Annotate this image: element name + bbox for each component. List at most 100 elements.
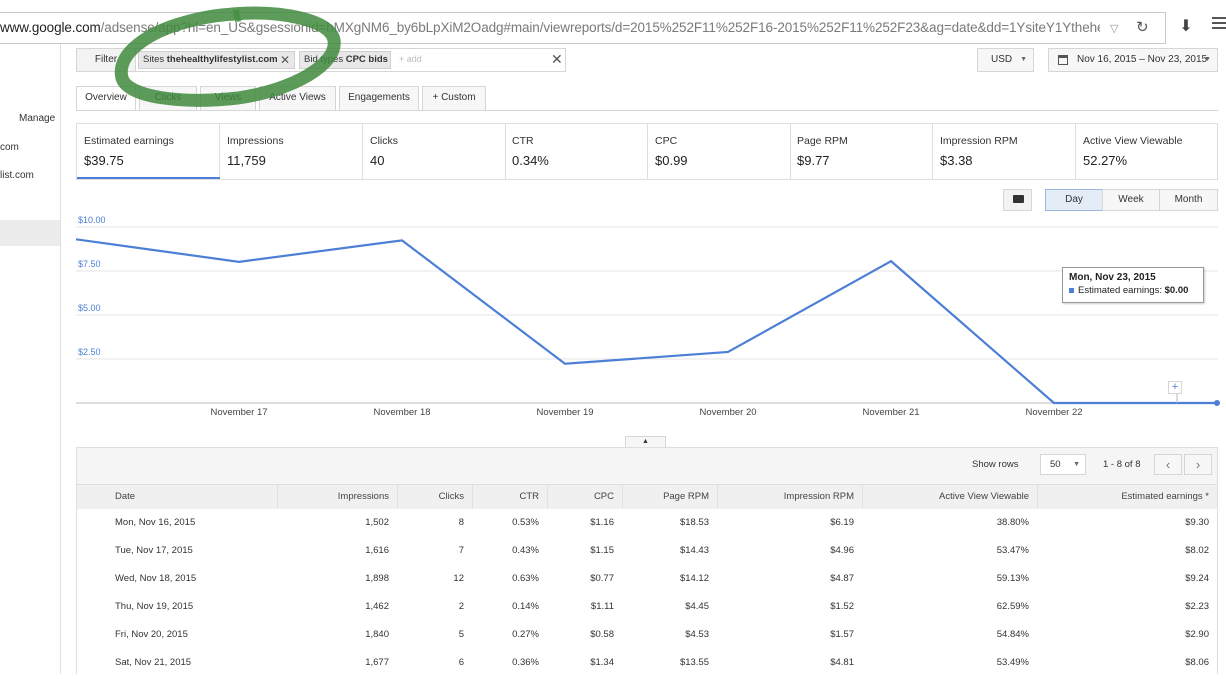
column-header-active-view-viewable[interactable]: Active View Viewable bbox=[862, 485, 1037, 509]
tooltip-date: Mon, Nov 23, 2015 bbox=[1069, 272, 1197, 283]
show-rows-value: 50 bbox=[1050, 459, 1061, 470]
metric-page-rpm[interactable]: Page RPM $9.77 bbox=[790, 124, 933, 179]
cell-date: Thu, Nov 19, 2015 bbox=[77, 593, 277, 621]
cell-impression-rpm: $6.19 bbox=[717, 509, 862, 537]
metrics-scorecard: Estimated earnings $39.75 Impressions 11… bbox=[76, 123, 1218, 180]
show-rows-label: Show rows bbox=[972, 459, 1018, 470]
cell-cpc: $1.34 bbox=[547, 649, 622, 677]
sidebar-manage-link[interactable]: Manage bbox=[19, 113, 55, 124]
currency-select[interactable]: USD ▼ bbox=[977, 48, 1034, 72]
next-page-button[interactable]: › bbox=[1184, 454, 1212, 475]
page-scrollbar[interactable] bbox=[1220, 44, 1226, 674]
cell-ctr: 0.14% bbox=[472, 593, 547, 621]
cell-cpc: $0.77 bbox=[547, 565, 622, 593]
clear-filters-icon[interactable]: ✕ bbox=[551, 51, 563, 68]
date-range-value: Nov 16, 2015 – Nov 23, 2015 bbox=[1077, 54, 1207, 65]
annotations-button[interactable] bbox=[1003, 189, 1032, 211]
chevron-down-icon: ▼ bbox=[1020, 49, 1027, 71]
metric-label: CTR bbox=[512, 135, 647, 147]
cell-impression-rpm: $1.57 bbox=[717, 621, 862, 649]
column-header-clicks[interactable]: Clicks bbox=[397, 485, 472, 509]
add-annotation-icon[interactable]: + bbox=[1168, 381, 1182, 394]
y-tick-label: $7.50 bbox=[78, 259, 101, 269]
metric-active-view-viewable[interactable]: Active View Viewable 52.27% bbox=[1076, 124, 1219, 179]
granularity-week-button[interactable]: Week bbox=[1102, 189, 1160, 211]
column-header-cpc[interactable]: CPC bbox=[547, 485, 622, 509]
cell-impression-rpm: $4.81 bbox=[717, 649, 862, 677]
tab-custom[interactable]: + Custom bbox=[422, 86, 486, 110]
cell-page-rpm: $13.55 bbox=[622, 649, 717, 677]
table-row: Mon, Nov 16, 20151,50280.53%$1.16$18.53$… bbox=[77, 509, 1217, 537]
left-sidebar: Manage com list.com bbox=[0, 44, 61, 674]
cell-impression-rpm: $4.96 bbox=[717, 537, 862, 565]
granularity-month-button[interactable]: Month bbox=[1159, 189, 1218, 211]
cell-page-rpm: $14.43 bbox=[622, 537, 717, 565]
column-header-impression-rpm[interactable]: Impression RPM bbox=[717, 485, 862, 509]
date-range-picker[interactable]: Nov 16, 2015 – Nov 23, 2015 ▼ bbox=[1048, 48, 1218, 72]
add-filter-input[interactable]: + add bbox=[399, 54, 422, 64]
metric-clicks[interactable]: Clicks 40 bbox=[363, 124, 506, 179]
metric-cpc[interactable]: CPC $0.99 bbox=[648, 124, 791, 179]
x-tick-label: November 20 bbox=[699, 407, 756, 418]
column-header-estimated-earnings[interactable]: Estimated earnings * bbox=[1037, 485, 1217, 509]
hand-drawn-circle-annotation bbox=[112, 6, 342, 118]
cell-impression-rpm: $4.87 bbox=[717, 565, 862, 593]
cell-impressions: 1,677 bbox=[277, 649, 397, 677]
metric-label: Impressions bbox=[227, 135, 362, 147]
column-header-ctr[interactable]: CTR bbox=[472, 485, 547, 509]
download-icon[interactable]: ⬇ bbox=[1172, 14, 1200, 40]
cell-estimated-earnings: $8.02 bbox=[1037, 537, 1217, 565]
sidebar-selected-item[interactable] bbox=[0, 220, 60, 246]
table-row: Thu, Nov 19, 20151,46220.14%$1.11$4.45$1… bbox=[77, 593, 1217, 621]
metric-value: $9.77 bbox=[797, 153, 932, 168]
url-host: www.google.com bbox=[0, 20, 101, 35]
x-tick-label: November 19 bbox=[536, 407, 593, 418]
earnings-line-chart: $10.00$7.50$5.00$2.50November 17November… bbox=[76, 215, 1226, 425]
series-line-estimated-earnings bbox=[76, 239, 1217, 403]
collapse-chart-icon[interactable]: ▲ bbox=[625, 436, 666, 447]
cell-impressions: 1,898 bbox=[277, 565, 397, 593]
cell-date: Mon, Nov 16, 2015 bbox=[77, 509, 277, 537]
x-tick-label: November 22 bbox=[1025, 407, 1082, 418]
selected-metric-indicator bbox=[77, 177, 220, 179]
cell-date: Wed, Nov 18, 2015 bbox=[77, 565, 277, 593]
previous-page-button[interactable]: ‹ bbox=[1154, 454, 1182, 475]
cell-clicks: 2 bbox=[397, 593, 472, 621]
metric-label: Impression RPM bbox=[940, 135, 1075, 147]
metric-label: Active View Viewable bbox=[1083, 135, 1219, 147]
tab-engagements[interactable]: Engagements bbox=[339, 86, 419, 110]
cell-page-rpm: $4.53 bbox=[622, 621, 717, 649]
table-row: Sat, Nov 21, 20151,67760.36%$1.34$13.55$… bbox=[77, 649, 1217, 677]
table-body: Mon, Nov 16, 20151,50280.53%$1.16$18.53$… bbox=[77, 509, 1217, 679]
bid-chip-value: CPC bids bbox=[346, 54, 388, 65]
reload-icon[interactable]: ↻ bbox=[1136, 21, 1156, 37]
metric-impressions[interactable]: Impressions 11,759 bbox=[220, 124, 363, 179]
metric-value: 11,759 bbox=[227, 153, 362, 168]
cell-active-view-viewable: 54.84% bbox=[862, 621, 1037, 649]
metric-ctr[interactable]: CTR 0.34% bbox=[505, 124, 648, 179]
show-rows-select[interactable]: 50 ▼ bbox=[1040, 454, 1086, 475]
cell-estimated-earnings: $8.06 bbox=[1037, 649, 1217, 677]
column-header-page-rpm[interactable]: Page RPM bbox=[622, 485, 717, 509]
table-row: Wed, Nov 18, 20151,898120.63%$0.77$14.12… bbox=[77, 565, 1217, 593]
metric-label: CPC bbox=[655, 135, 790, 147]
report-table: Show rows 50 ▼ 1 - 8 of 8 ‹ › DateImpres… bbox=[76, 447, 1218, 674]
granularity-day-button[interactable]: Day bbox=[1045, 189, 1103, 211]
cell-ctr: 0.63% bbox=[472, 565, 547, 593]
metric-impression-rpm[interactable]: Impression RPM $3.38 bbox=[933, 124, 1076, 179]
table-row: Fri, Nov 20, 20151,84050.27%$0.58$4.53$1… bbox=[77, 621, 1217, 649]
url-dropdown-icon[interactable]: ▽ bbox=[1110, 22, 1118, 35]
cell-active-view-viewable: 53.47% bbox=[862, 537, 1037, 565]
column-header-date[interactable]: Date bbox=[77, 485, 277, 509]
y-tick-label: $5.00 bbox=[78, 303, 101, 313]
sidebar-site-item-2[interactable]: list.com bbox=[0, 170, 34, 181]
cell-date: Fri, Nov 20, 2015 bbox=[77, 621, 277, 649]
sidebar-site-item-1[interactable]: com bbox=[0, 142, 19, 153]
cell-clicks: 5 bbox=[397, 621, 472, 649]
metric-estimated-earnings[interactable]: Estimated earnings $39.75 bbox=[77, 124, 220, 179]
browser-menu-icon[interactable] bbox=[1212, 17, 1226, 32]
series-color-swatch bbox=[1069, 288, 1074, 293]
cell-clicks: 12 bbox=[397, 565, 472, 593]
column-header-impressions[interactable]: Impressions bbox=[277, 485, 397, 509]
y-tick-label: $2.50 bbox=[78, 347, 101, 357]
